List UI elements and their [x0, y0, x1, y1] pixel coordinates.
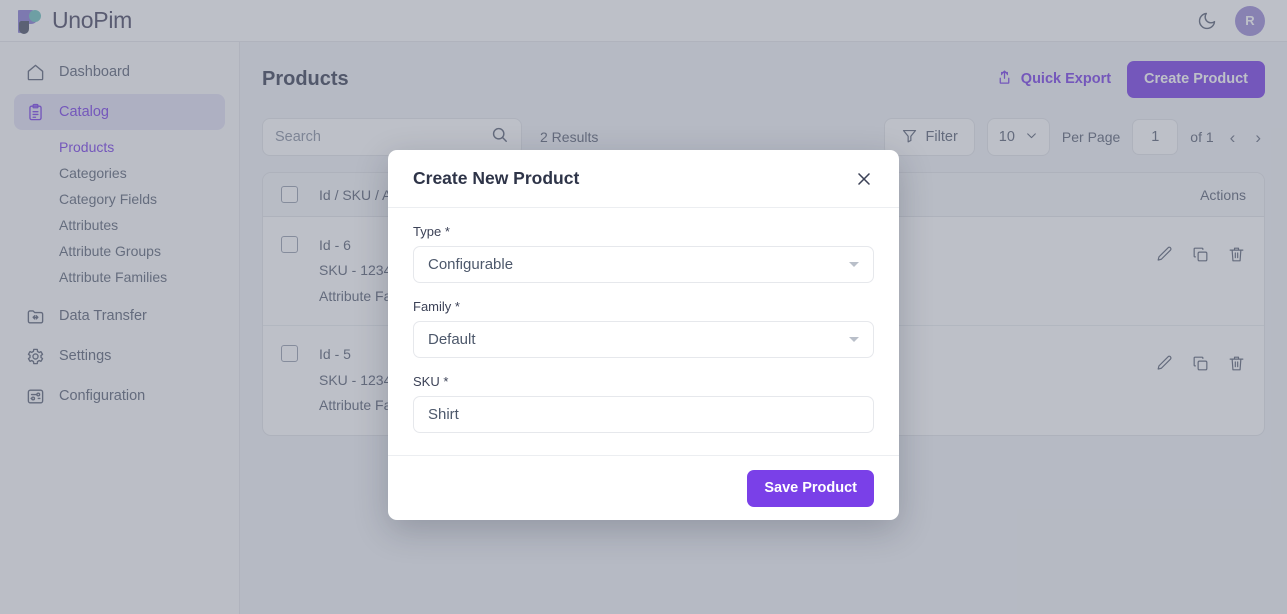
- field-family: Family * Default: [413, 299, 874, 358]
- field-label-text: SKU: [413, 374, 440, 389]
- field-label-text: Family: [413, 299, 451, 314]
- field-type-label: Type *: [413, 224, 874, 239]
- type-select-value: Configurable: [428, 256, 513, 273]
- family-select[interactable]: Default: [413, 321, 874, 358]
- type-select[interactable]: Configurable: [413, 246, 874, 283]
- field-sku: SKU *: [413, 374, 874, 433]
- required-marker: *: [443, 374, 448, 389]
- family-select-value: Default: [428, 331, 476, 348]
- chevron-down-icon: [849, 337, 859, 342]
- field-family-label: Family *: [413, 299, 874, 314]
- required-marker: *: [455, 299, 460, 314]
- modal-header: Create New Product: [388, 150, 899, 208]
- close-icon[interactable]: [854, 169, 874, 189]
- sku-input-wrap[interactable]: [413, 396, 874, 433]
- required-marker: *: [445, 224, 450, 239]
- save-product-button[interactable]: Save Product: [747, 470, 874, 507]
- chevron-down-icon: [849, 262, 859, 267]
- field-type: Type * Configurable: [413, 224, 874, 283]
- modal-title: Create New Product: [413, 168, 579, 189]
- app-root: UnoPim R Dashboard: [0, 0, 1287, 614]
- modal-body: Type * Configurable Family * Default: [388, 208, 899, 456]
- create-product-modal: Create New Product Type * Configurable F…: [388, 150, 899, 520]
- field-label-text: Type: [413, 224, 441, 239]
- modal-footer: Save Product: [388, 456, 899, 520]
- sku-input[interactable]: [428, 406, 859, 423]
- field-sku-label: SKU *: [413, 374, 874, 389]
